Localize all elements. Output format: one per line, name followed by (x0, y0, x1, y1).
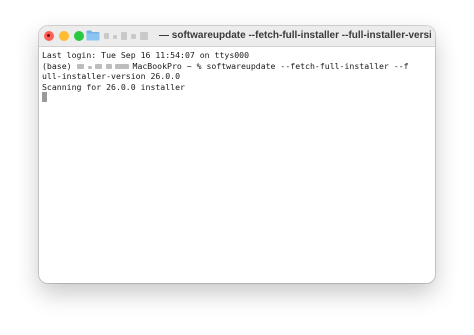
cursor-line (42, 92, 435, 103)
prompt-host: MacBookPro ~ % (132, 60, 207, 71)
minimize-button[interactable] (59, 31, 69, 41)
command-text: softwareupdate --fetch-full-installer --… (206, 60, 409, 71)
window-title: — softwareupdate --fetch-full-installer … (159, 30, 431, 41)
scanning-line: Scanning for 26.0.0 installer (42, 81, 185, 92)
prompt-line: (base) MacBookPro ~ % softwareupdate --f… (42, 61, 435, 72)
prompt-prefix: (base) (42, 60, 77, 71)
close-icon (46, 33, 50, 37)
last-login-line: Last login: Tue Sep 16 11:54:07 on ttys0… (42, 50, 250, 60)
terminal-window: — softwareupdate --fetch-full-installer … (39, 26, 435, 283)
command-wrap-line: ull-installer-version 26.0.0 (42, 71, 181, 82)
redacted-path (104, 32, 160, 41)
zoom-button[interactable] (74, 31, 84, 41)
terminal-content[interactable]: Last login: Tue Sep 16 11:54:07 on ttys0… (39, 47, 435, 283)
text-cursor (42, 92, 47, 103)
close-button[interactable] (44, 31, 54, 41)
title-bar[interactable]: — softwareupdate --fetch-full-installer … (39, 26, 435, 47)
redacted-username (76, 63, 133, 70)
folder-icon (86, 30, 100, 41)
